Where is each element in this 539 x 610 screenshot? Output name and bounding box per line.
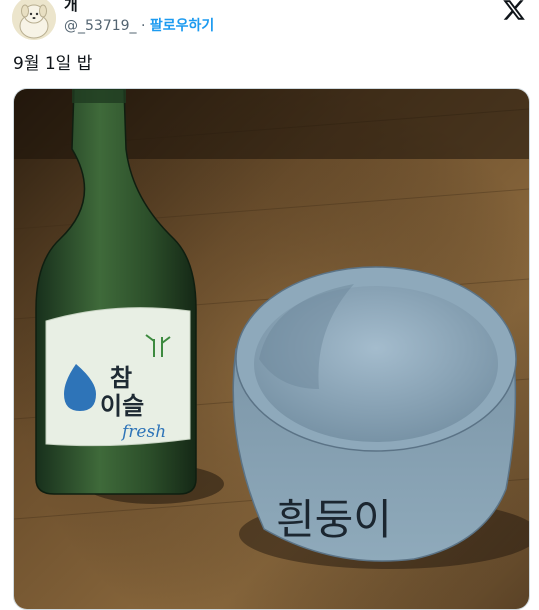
bottle-label-line2: 이슬: [100, 392, 144, 420]
avatar[interactable]: [12, 0, 56, 40]
x-logo-icon[interactable]: [501, 0, 527, 22]
bottle-label-line1: 참: [110, 364, 132, 392]
bottle-label-sub: fresh: [120, 422, 166, 442]
tweet-text: 9월 1일 밥: [13, 54, 93, 74]
separator-dot: ·: [141, 18, 146, 34]
author-handle[interactable]: @_53719_: [64, 18, 137, 34]
follow-button[interactable]: 팔로우하기: [150, 18, 214, 34]
bowl-name-text: 흰둥이: [276, 495, 392, 544]
photo-scene: 참 이슬 fresh 흰둥이: [14, 89, 529, 609]
author-display-name[interactable]: 개: [64, 0, 78, 14]
tweet-header: 개 @_53719_ · 팔로우하기: [0, 0, 539, 44]
puppy-avatar-icon: [12, 0, 56, 40]
author-handle-line: @_53719_ · 팔로우하기: [64, 17, 214, 35]
tweet-photo[interactable]: 참 이슬 fresh 흰둥이: [13, 88, 530, 610]
